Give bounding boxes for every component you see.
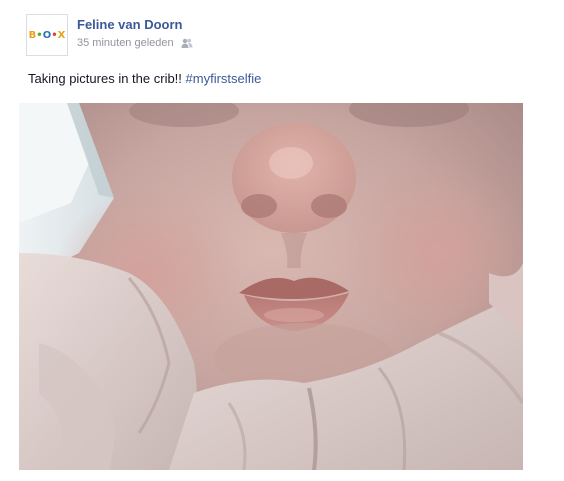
avatar[interactable]: B•O•X xyxy=(26,14,68,56)
feed-post: B•O•X Feline van Doorn 35 minuten gelede… xyxy=(0,0,564,481)
caption-text: Taking pictures in the crib!! xyxy=(28,71,182,86)
baby-face-photo xyxy=(19,103,523,470)
hashtag-link[interactable]: #myfirstselfie xyxy=(186,71,262,86)
post-photo[interactable] xyxy=(19,103,523,470)
author-name[interactable]: Feline van Doorn xyxy=(77,17,182,32)
avatar-logo: B•O•X xyxy=(28,29,66,41)
friends-icon[interactable] xyxy=(181,38,193,49)
post-caption: Taking pictures in the crib!! #myfirstse… xyxy=(28,71,261,86)
post-timestamp[interactable]: 35 minuten geleden xyxy=(77,37,174,49)
post-meta: 35 minuten geleden xyxy=(77,37,193,49)
